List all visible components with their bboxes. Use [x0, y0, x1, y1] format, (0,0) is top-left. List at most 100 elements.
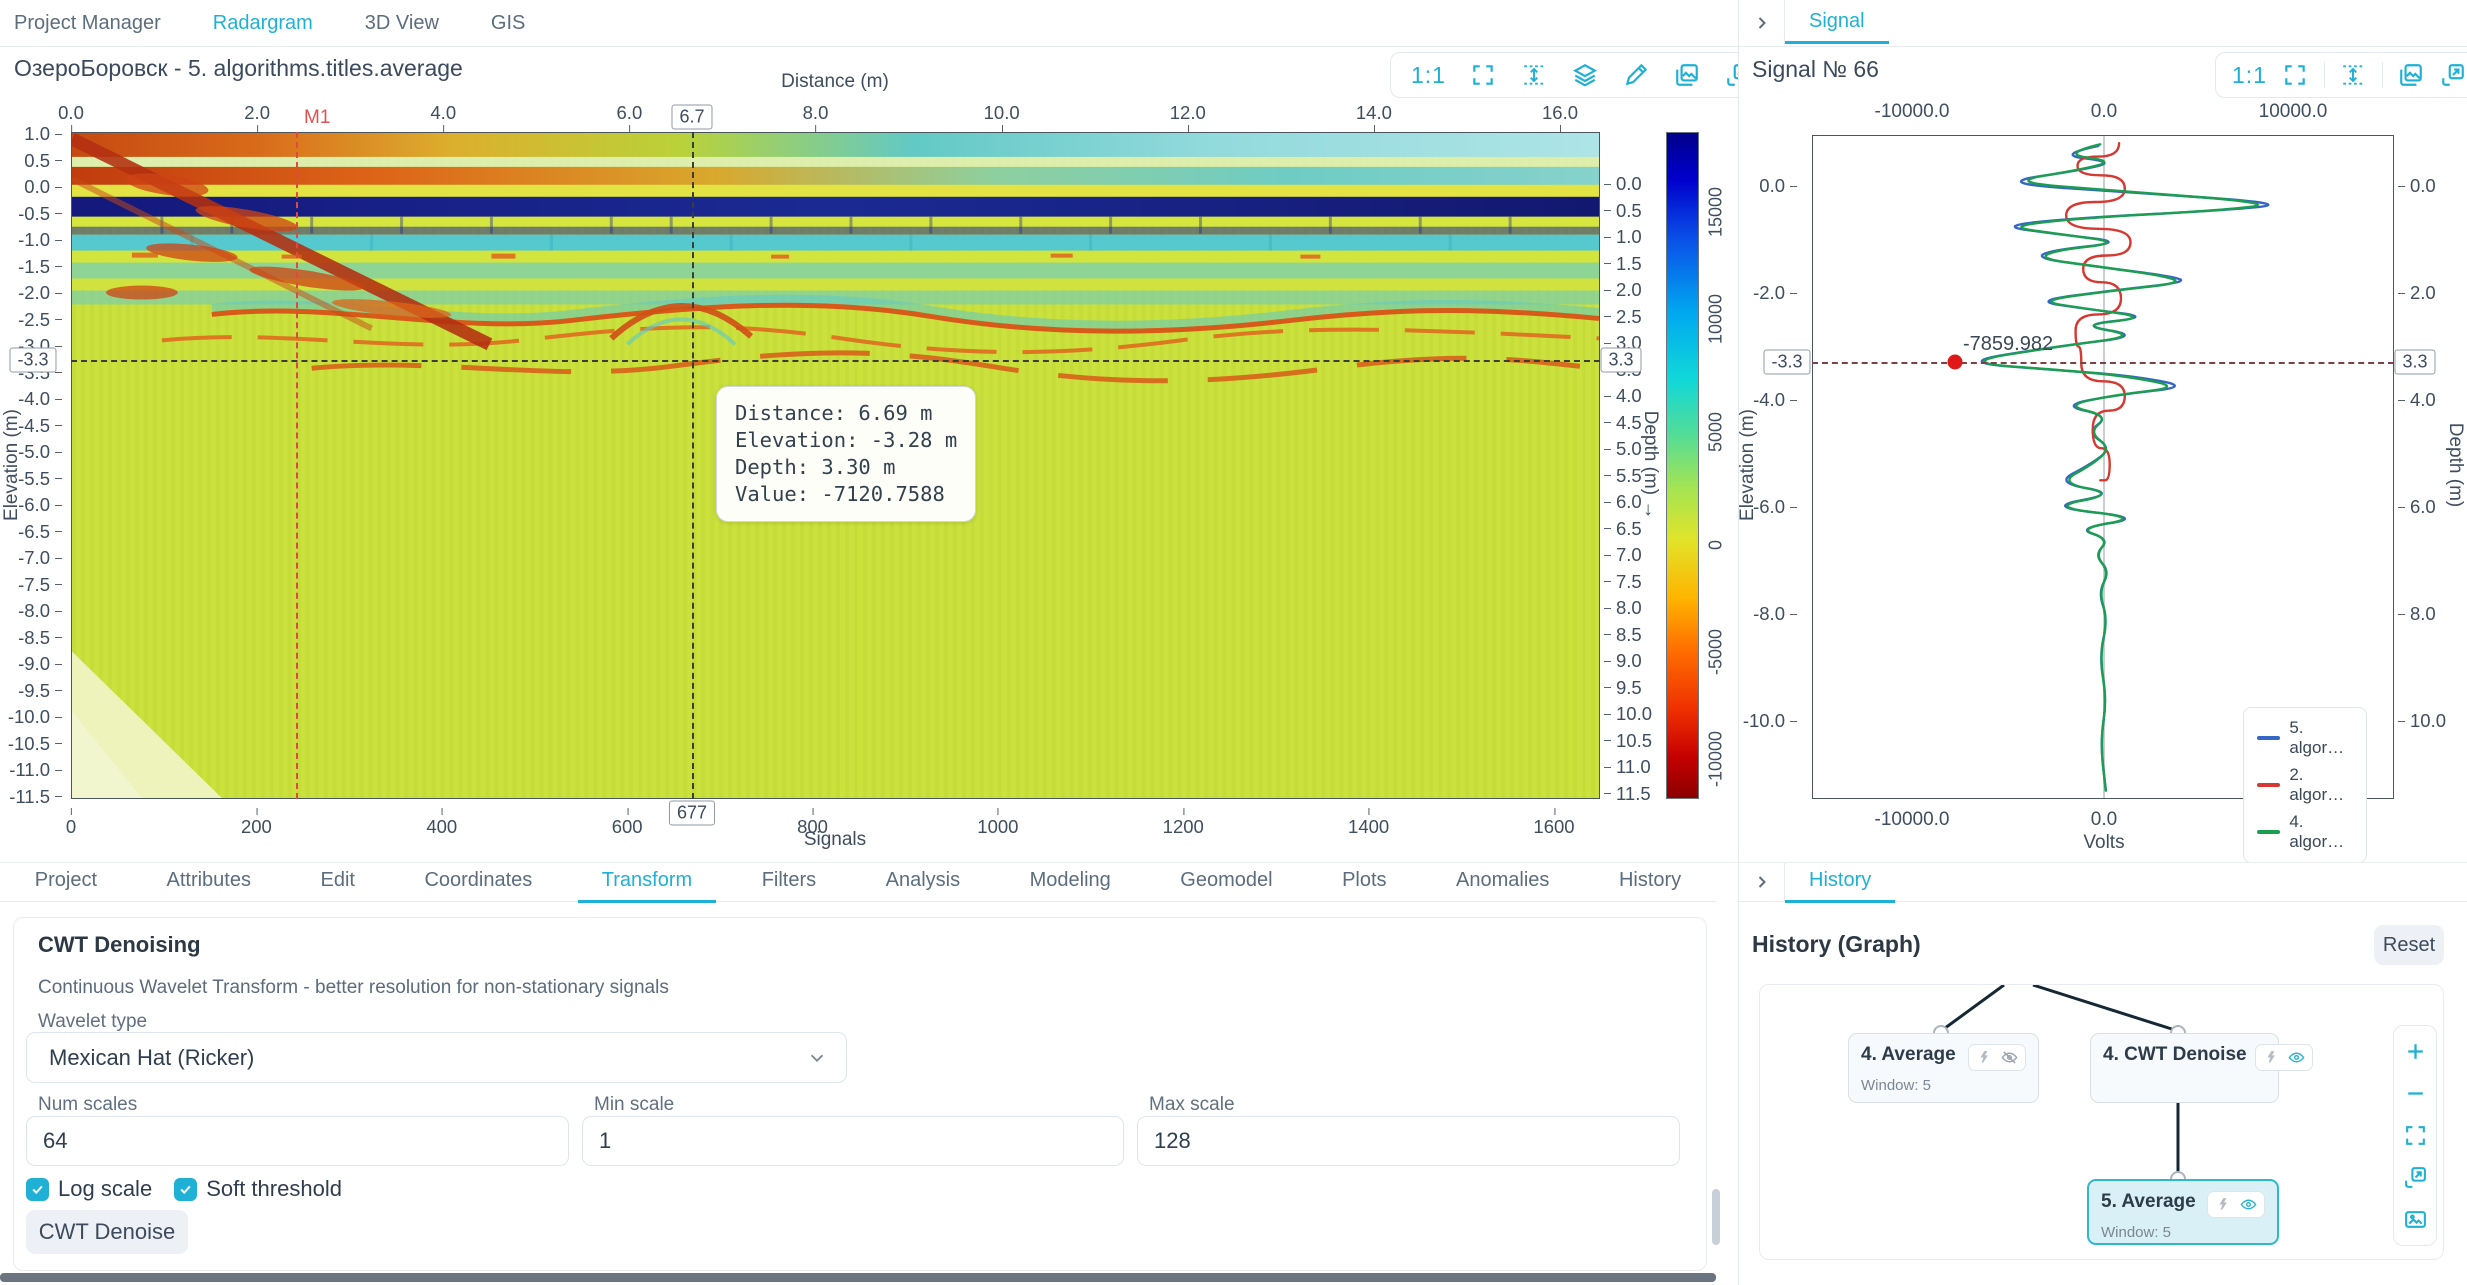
app-root: Project Manager Radargram 3D View GIS Оз… [0, 0, 2467, 1285]
m1-marker-label: M1 [304, 107, 330, 129]
fullscreen-icon[interactable] [1470, 62, 1497, 89]
node-title: 5. Average [2101, 1191, 2196, 1213]
signal-fullscreen-icon[interactable] [2282, 62, 2309, 89]
colorbar-tick: 15000 [1706, 187, 1727, 237]
export-image-icon[interactable] [2403, 1207, 2428, 1232]
signal-fit-vertical-icon[interactable] [2340, 62, 2367, 89]
soft-threshold-checkbox[interactable]: Soft threshold [174, 1176, 342, 1202]
tab-anomalies[interactable]: Anomalies [1432, 863, 1573, 903]
history-panel: History History (Graph) Reset 4. Average [1738, 862, 2467, 1285]
history-node-4-average[interactable]: 4. Average Window: 5 [1848, 1033, 2039, 1103]
tab-geomodel[interactable]: Geomodel [1156, 863, 1296, 903]
params-zigzag-icon[interactable] [2215, 1196, 2232, 1213]
wavelet-type-select[interactable]: Mexican Hat (Ricker) [26, 1032, 847, 1083]
images-icon[interactable] [1674, 62, 1701, 89]
eye-off-icon[interactable] [2001, 1049, 2018, 1066]
radargram-title: ОзероБоровск - 5. algorithms.titles.aver… [14, 55, 463, 82]
zoom-out-icon[interactable] [2403, 1081, 2428, 1106]
cursor-horizontal-guide[interactable] [71, 360, 1600, 362]
fit-vertical-icon[interactable] [1521, 62, 1548, 89]
m1-marker-line[interactable] [296, 132, 298, 799]
wavelet-type-label: Wavelet type [38, 1011, 147, 1033]
history-node-5-average[interactable]: 5. Average Window: 5 [2087, 1179, 2279, 1245]
panel-horizontal-scrollbar[interactable] [0, 1273, 1716, 1282]
colorbar [1666, 132, 1699, 799]
nav-radargram[interactable]: Radargram [213, 12, 313, 35]
one-to-one-button[interactable]: 1:1 [1411, 62, 1446, 89]
tab-signal[interactable]: Signal [1785, 0, 1889, 44]
cwt-denoise-button[interactable]: CWT Denoise [26, 1210, 188, 1254]
nav-project-manager[interactable]: Project Manager [14, 12, 161, 35]
cursor-vertical-guide[interactable] [692, 132, 694, 799]
hover-tooltip: Distance: 6.69 m Elevation: -3.28 m Dept… [716, 386, 976, 522]
zoom-in-icon[interactable] [2403, 1039, 2428, 1064]
log-scale-checkbox[interactable]: Log scale [26, 1176, 152, 1202]
picked-point-marker[interactable] [1948, 355, 1963, 370]
signal-x-tick: -10000.0 [1874, 101, 1949, 123]
eye-icon[interactable] [2288, 1049, 2305, 1066]
tab-coordinates[interactable]: Coordinates [400, 863, 556, 903]
expand-graph-icon[interactable] [2403, 1165, 2428, 1190]
tab-transform[interactable]: Transform [578, 863, 716, 903]
tool-tabs: Project Attributes Edit Coordinates Tran… [0, 863, 1716, 902]
eye-icon[interactable] [2240, 1196, 2257, 1213]
edit-pencil-icon[interactable] [1623, 62, 1650, 89]
tooltip-distance: Distance: 6.69 m [735, 400, 957, 427]
depth-axis-title: Depth (m) → [1639, 411, 1661, 520]
params-zigzag-icon[interactable] [2263, 1049, 2280, 1066]
min-scale-label: Min scale [594, 1094, 674, 1116]
colorbar-tick: -10000 [1706, 731, 1727, 787]
tab-history-graph[interactable]: History [1785, 863, 1895, 903]
signal-expand-window-icon[interactable] [2440, 62, 2467, 89]
tab-edit[interactable]: Edit [296, 863, 378, 903]
tab-analysis[interactable]: Analysis [862, 863, 984, 903]
cwt-heading: CWT Denoising [38, 932, 201, 958]
colorbar-tick: -5000 [1706, 629, 1727, 675]
distance-axis-ticks: 0.02.04.06.08.010.012.014.016.0 [71, 102, 1560, 124]
signal-one-to-one-button[interactable]: 1:1 [2232, 62, 2267, 89]
tab-plots[interactable]: Plots [1318, 863, 1410, 903]
signal-x-tick: -10000.0 [1874, 809, 1949, 831]
layers-icon[interactable] [1572, 62, 1599, 89]
tooltip-elevation: Elevation: -3.28 m [735, 427, 957, 454]
nav-gis[interactable]: GIS [491, 12, 525, 35]
history-graph-canvas[interactable]: 4. Average Window: 5 4. CWT Denoise [1759, 984, 2444, 1260]
reset-button[interactable]: Reset [2374, 925, 2444, 965]
node-actions [2255, 1044, 2313, 1071]
legend-label: 5. algor… [2289, 718, 2353, 758]
num-scales-label: Num scales [38, 1094, 137, 1116]
signal-panel: Signal Signal № 66 1:1 -10000.0 0.0 1000… [1738, 0, 2467, 862]
legend-label: 4. algor… [2289, 812, 2353, 852]
params-zigzag-icon[interactable] [1976, 1049, 1993, 1066]
cwt-description: Continuous Wavelet Transform - better re… [38, 977, 669, 999]
nav-3d-view[interactable]: 3D View [365, 12, 439, 35]
distance-cursor-tag: 6.7 [671, 105, 712, 130]
signal-x-tick: 0.0 [2091, 809, 2117, 831]
history-graph-heading: History (Graph) [1752, 931, 1921, 958]
picked-value-annotation: -7859.982 [1963, 333, 2053, 356]
signal-toolbar: 1:1 [2215, 52, 2467, 98]
legend-item[interactable]: 4. algor… [2257, 812, 2353, 852]
collapse-signal-panel-button[interactable] [1739, 0, 1785, 46]
fit-view-icon[interactable] [2403, 1123, 2428, 1148]
signal-images-icon[interactable] [2398, 62, 2425, 89]
num-scales-input[interactable] [26, 1116, 569, 1166]
signal-pick-guide[interactable] [1812, 362, 2394, 364]
tab-project[interactable]: Project [11, 863, 121, 903]
checkbox-checked-icon [174, 1178, 197, 1201]
signal-plot[interactable] [1812, 135, 2394, 799]
history-node-4-cwt-denoise[interactable]: 4. CWT Denoise [2090, 1033, 2279, 1103]
tab-filters[interactable]: Filters [738, 863, 840, 903]
signal-elevation-ticks: 0.0-2.0-4.0-6.0-8.0-10.0 [1739, 186, 1797, 721]
tab-modeling[interactable]: Modeling [1006, 863, 1135, 903]
min-scale-input[interactable] [582, 1116, 1124, 1166]
max-scale-input[interactable] [1137, 1116, 1680, 1166]
collapse-history-panel-button[interactable] [1739, 863, 1785, 901]
tab-history[interactable]: History [1595, 863, 1705, 903]
legend-item[interactable]: 2. algor… [2257, 765, 2353, 805]
legend-item[interactable]: 5. algor… [2257, 718, 2353, 758]
node-subtitle: Window: 5 [1861, 1077, 2026, 1094]
tab-attributes[interactable]: Attributes [143, 863, 275, 903]
panel-vertical-scrollbar[interactable] [1712, 1189, 1720, 1245]
signal-depth-ticks: 0.02.04.06.08.010.0 [2398, 186, 2450, 721]
